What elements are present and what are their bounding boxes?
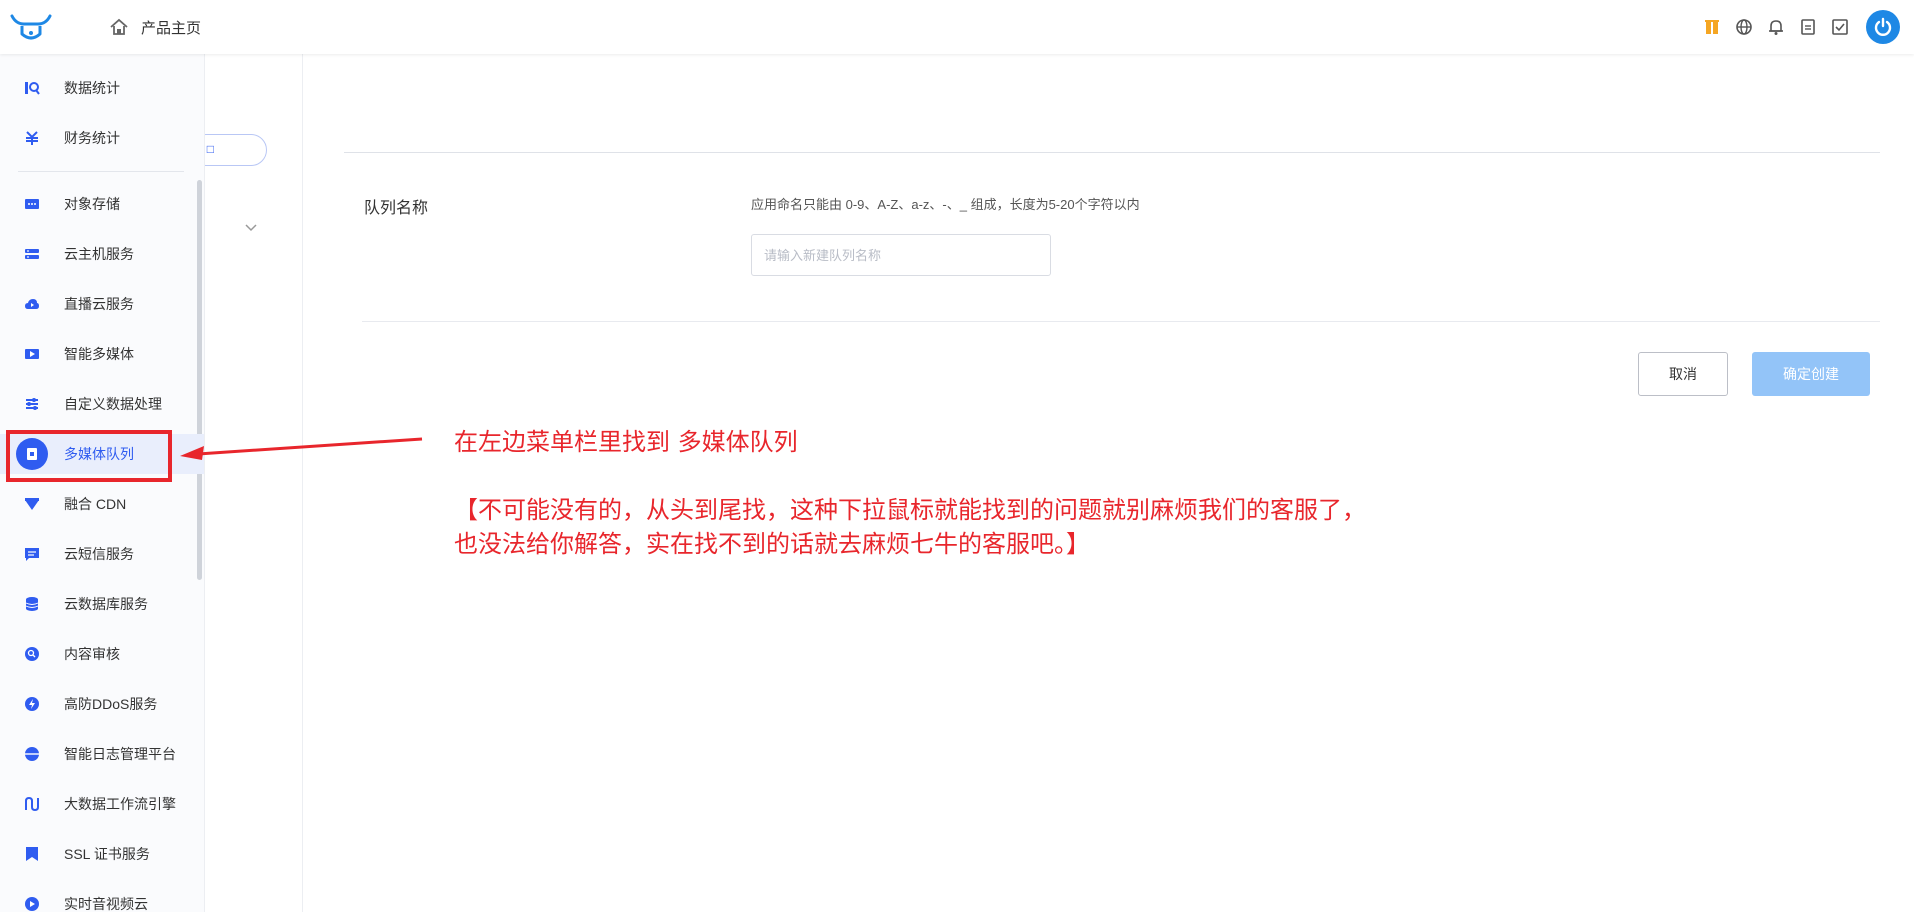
- cloud-host-icon: [24, 246, 40, 262]
- sidebar-item-label: 云短信服务: [64, 546, 134, 562]
- sidebar-item-label: 智能多媒体: [64, 346, 134, 362]
- log-platform-icon: [24, 746, 40, 762]
- pill-glyph: □: [206, 142, 214, 156]
- ssl-icon: [24, 846, 40, 862]
- sidebar-item-label: 自定义数据处理: [64, 396, 162, 412]
- chevron-down-icon[interactable]: [244, 220, 258, 234]
- home-label: 产品主页: [141, 19, 202, 37]
- annotation-text-note: 【不可能没有的，从头到尾找，这种下拉鼠标就能找到的问题就别麻烦我们的客服了，: [454, 496, 1366, 524]
- home-link[interactable]: 产品主页: [108, 14, 201, 40]
- sidebar: 数据统计 财务统计 对象存储 云主机服务 直播云服务 智能多媒体 自定义数据处理…: [0, 54, 205, 912]
- confirm-create-button[interactable]: 确定创建: [1752, 352, 1870, 396]
- ddos-icon: [24, 696, 40, 712]
- sidebar-item-label: 数据统计: [64, 80, 120, 96]
- sidebar-item-label: 云数据库服务: [64, 596, 148, 612]
- sidebar-item-label: 大数据工作流引擎: [64, 796, 176, 812]
- sidebar-item-cdn[interactable]: 融合 CDN: [0, 484, 204, 524]
- sidebar-item-label: 融合 CDN: [64, 496, 127, 512]
- sidebar-item-data-stats[interactable]: 数据统计: [0, 68, 204, 108]
- secondary-panel: [204, 54, 303, 912]
- sidebar-item-ssl[interactable]: SSL 证书服务: [0, 834, 204, 874]
- cancel-button[interactable]: 取消: [1638, 352, 1728, 396]
- sidebar-item-multimedia[interactable]: 智能多媒体: [0, 334, 204, 374]
- top-bar: 产品主页: [0, 0, 1914, 54]
- content-review-icon: [24, 646, 40, 662]
- globe-icon[interactable]: [1728, 11, 1760, 43]
- sidebar-item-label: 财务统计: [64, 130, 120, 146]
- annotation-text-main: 在左边菜单栏里找到 多媒体队列: [454, 428, 798, 456]
- annotation-highlight-box: [6, 430, 172, 482]
- sidebar-item-label: 智能日志管理平台: [64, 746, 176, 762]
- live-cloud-icon: [24, 296, 40, 312]
- sms-icon: [24, 546, 40, 562]
- bell-icon[interactable]: [1760, 11, 1792, 43]
- gift-icon[interactable]: [1696, 11, 1728, 43]
- rtc-icon: [24, 896, 40, 912]
- queue-name-label: 队列名称: [364, 200, 429, 217]
- custom-processing-icon: [24, 396, 40, 412]
- task-icon[interactable]: [1824, 11, 1856, 43]
- sidebar-item-ddos[interactable]: 高防DDoS服务: [0, 684, 204, 724]
- queue-name-hint: 应用命名只能由 0-9、A-Z、a-z、-、_ 组成，长度为5-20个字符以内: [751, 197, 1140, 212]
- sidebar-item-label: 对象存储: [64, 196, 120, 212]
- object-storage-icon: [24, 196, 40, 212]
- sidebar-item-label: 实时音视频云: [64, 896, 148, 912]
- top-icon-group: [1696, 0, 1914, 54]
- annotation-arrow-icon: [180, 437, 423, 460]
- sidebar-item-database[interactable]: 云数据库服务: [0, 584, 204, 624]
- sidebar-divider: [18, 171, 184, 172]
- sidebar-item-object-storage[interactable]: 对象存储: [0, 184, 204, 224]
- sidebar-item-label: 内容审核: [64, 646, 120, 662]
- queue-name-input[interactable]: [751, 234, 1051, 276]
- home-icon: [110, 18, 128, 35]
- multimedia-icon: [24, 346, 40, 362]
- sidebar-item-custom-processing[interactable]: 自定义数据处理: [0, 384, 204, 424]
- database-icon: [24, 596, 40, 612]
- sidebar-item-content-review[interactable]: 内容审核: [0, 634, 204, 674]
- sidebar-item-cloud-host[interactable]: 云主机服务: [0, 234, 204, 274]
- workflow-icon: [24, 796, 40, 812]
- finance-icon: [24, 130, 40, 146]
- sidebar-item-workflow[interactable]: 大数据工作流引擎: [0, 784, 204, 824]
- sidebar-item-rtc[interactable]: 实时音视频云: [0, 884, 204, 912]
- document-icon[interactable]: [1792, 11, 1824, 43]
- sidebar-item-sms[interactable]: 云短信服务: [0, 534, 204, 574]
- form-top-divider: [344, 152, 1880, 153]
- sidebar-item-label: SSL 证书服务: [64, 846, 150, 862]
- sidebar-item-finance[interactable]: 财务统计: [0, 118, 204, 158]
- data-stats-icon: [24, 80, 40, 96]
- annotation-text-note-continued: 也没法给你解答，实在找不到的话就去麻烦七牛的客服吧。】: [454, 530, 1090, 558]
- sidebar-item-label: 直播云服务: [64, 296, 134, 312]
- sidebar-item-label: 云主机服务: [64, 246, 134, 262]
- cdn-icon: [24, 496, 40, 512]
- form-bottom-divider: [362, 321, 1880, 322]
- logo-bull-icon[interactable]: [10, 12, 52, 44]
- sidebar-item-label: 高防DDoS服务: [64, 696, 158, 712]
- sidebar-item-live-cloud[interactable]: 直播云服务: [0, 284, 204, 324]
- sidebar-item-log-platform[interactable]: 智能日志管理平台: [0, 734, 204, 774]
- power-icon[interactable]: [1866, 10, 1900, 44]
